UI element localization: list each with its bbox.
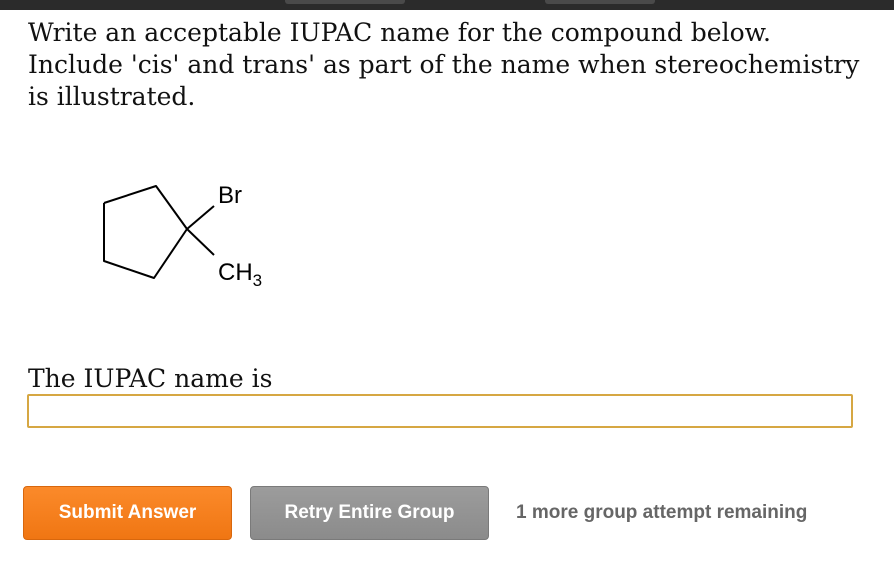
related-topics-tab[interactable] bbox=[285, 0, 405, 4]
question-text: Write an acceptable IUPAC name for the c… bbox=[28, 17, 868, 113]
question-line-1: Write an acceptable IUPAC name for the c… bbox=[28, 18, 771, 47]
cyclopentane-ring bbox=[103, 185, 188, 279]
submit-answer-button[interactable]: Submit Answer bbox=[23, 486, 232, 540]
answer-label: The IUPAC name is bbox=[28, 364, 273, 393]
retry-entire-group-button[interactable]: Retry Entire Group bbox=[250, 486, 489, 540]
methyl-label: CH3 bbox=[218, 259, 262, 290]
top-bar bbox=[0, 0, 894, 10]
bromine-label: Br bbox=[218, 182, 242, 209]
methyl-label-main: CH bbox=[218, 259, 253, 286]
iupac-name-input[interactable] bbox=[27, 394, 853, 428]
methyl-bond bbox=[186, 228, 215, 256]
molecule-structure: Br CH3 bbox=[103, 182, 262, 290]
question-line-2: Include 'cis' and trans' as part of the … bbox=[28, 50, 860, 79]
references-tab[interactable] bbox=[545, 0, 655, 4]
attempts-remaining-text: 1 more group attempt remaining bbox=[516, 502, 808, 523]
bromine-bond bbox=[186, 205, 215, 230]
question-line-3: is illustrated. bbox=[28, 82, 196, 111]
methyl-label-subscript: 3 bbox=[253, 271, 262, 290]
